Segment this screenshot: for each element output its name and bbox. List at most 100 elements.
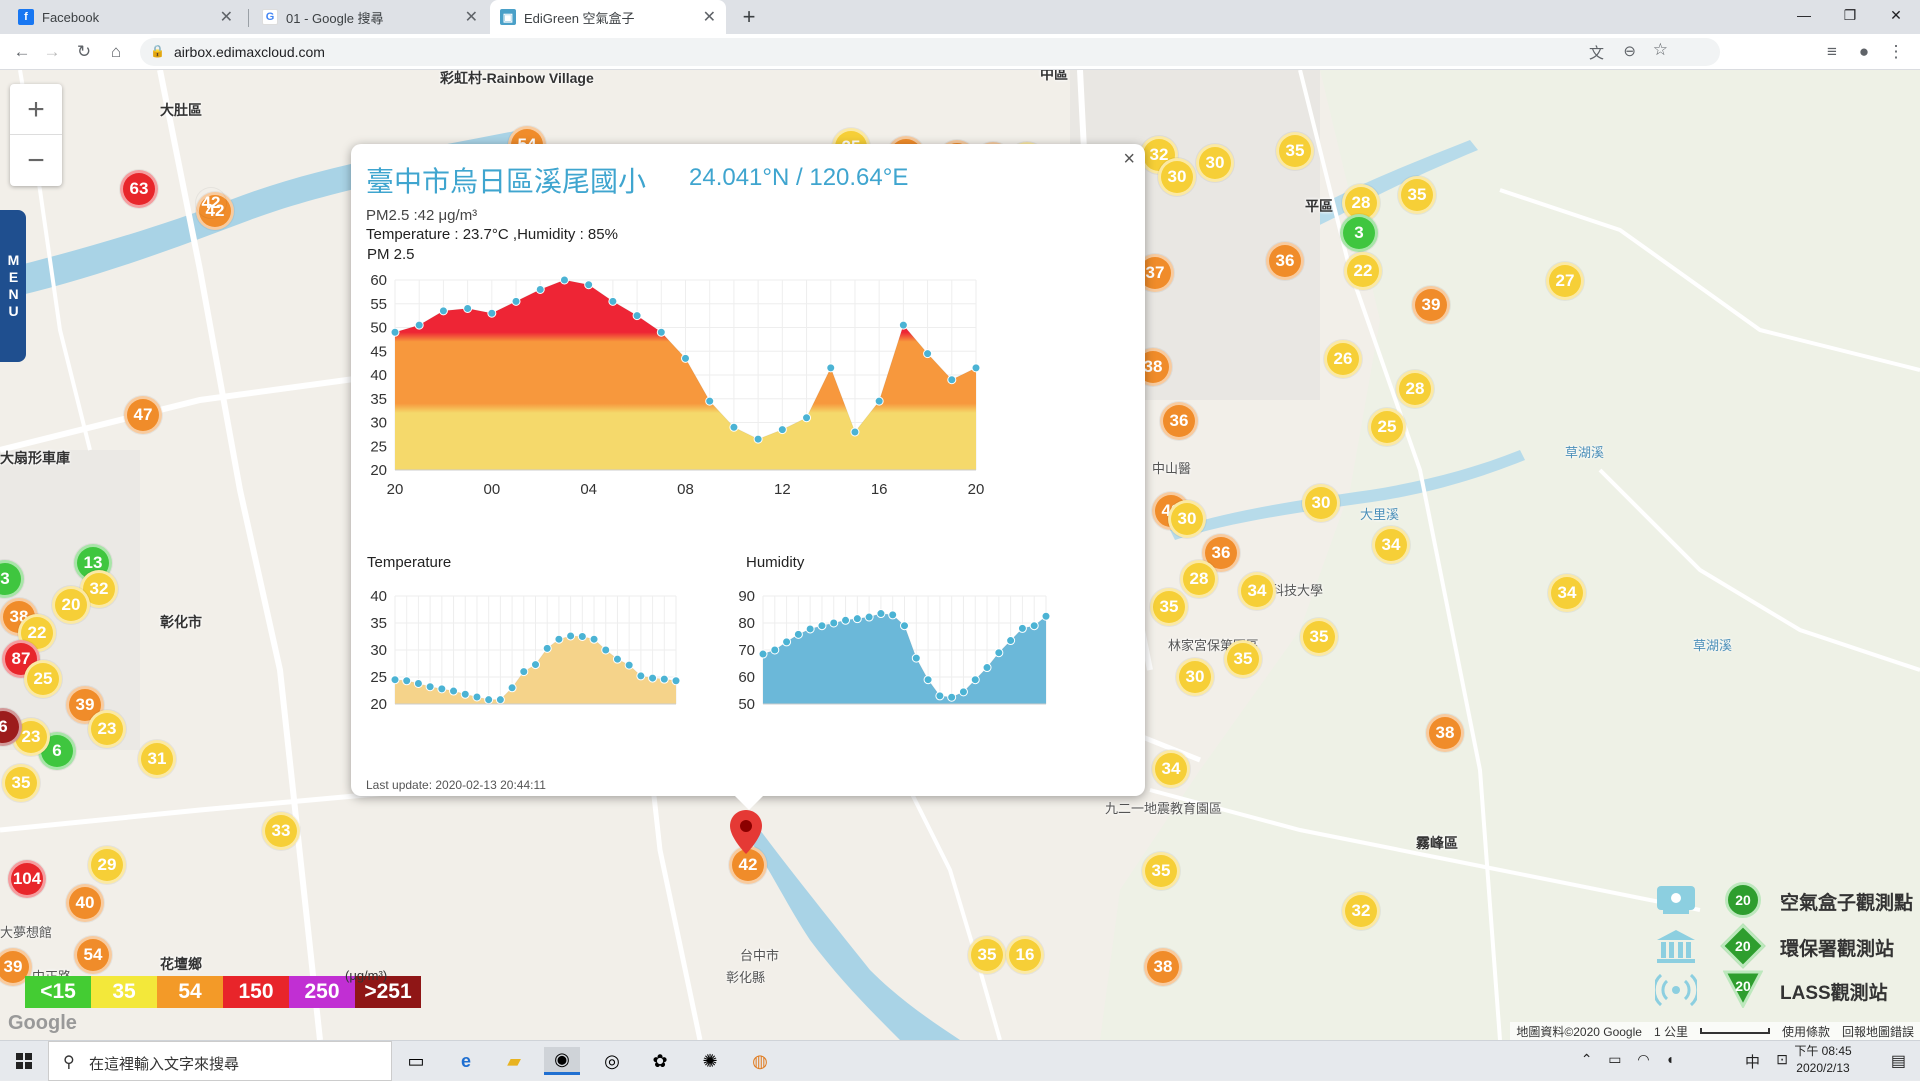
- chart-point[interactable]: [874, 396, 884, 406]
- sensor-marker[interactable]: 35: [968, 936, 1006, 974]
- home-icon[interactable]: ⌂: [104, 40, 128, 64]
- chart-point[interactable]: [577, 632, 587, 641]
- chart-point[interactable]: [758, 649, 768, 659]
- sensor-marker[interactable]: 23: [88, 710, 126, 748]
- chart-point[interactable]: [425, 682, 435, 692]
- menu-dots-icon[interactable]: ⋮: [1884, 40, 1908, 64]
- chart-point[interactable]: [935, 691, 945, 701]
- chart-point[interactable]: [460, 689, 470, 699]
- sensor-marker[interactable]: 38: [1144, 948, 1182, 986]
- chart-point[interactable]: [705, 396, 715, 406]
- sensor-marker[interactable]: 20: [52, 586, 90, 624]
- sensor-marker[interactable]: 34: [1548, 574, 1586, 612]
- system-tray-icons[interactable]: ⌃ ▭ ◠ ◖: [1581, 1051, 1680, 1068]
- sensor-marker[interactable]: 34: [1238, 572, 1276, 610]
- legend-item-lass[interactable]: 20 LASS觀測站: [1655, 968, 1920, 1012]
- chart-point[interactable]: [608, 296, 618, 306]
- sensor-marker[interactable]: 25: [1368, 408, 1406, 446]
- chart-point[interactable]: [589, 634, 599, 644]
- sensor-marker[interactable]: 32: [1342, 892, 1380, 930]
- chart-point[interactable]: [923, 349, 933, 359]
- tab-facebook[interactable]: f Facebook ✕: [8, 0, 243, 34]
- app-icon-3[interactable]: ✺: [692, 1047, 728, 1075]
- chart-point[interactable]: [612, 654, 622, 664]
- chart-point[interactable]: [947, 375, 957, 385]
- file-explorer-icon[interactable]: ▰: [496, 1047, 532, 1075]
- chart-point[interactable]: [413, 678, 423, 688]
- chart-point[interactable]: [1029, 621, 1039, 631]
- sensor-marker[interactable]: 104: [8, 860, 46, 898]
- lass-marker-triangle[interactable]: 42: [196, 188, 226, 218]
- sensor-marker[interactable]: 30: [1196, 144, 1234, 182]
- sensor-marker[interactable]: 30: [1158, 158, 1196, 196]
- chart-point[interactable]: [898, 320, 908, 330]
- chart-point[interactable]: [947, 692, 957, 702]
- chart-point[interactable]: [850, 427, 860, 437]
- bookmark-star-icon[interactable]: ☆: [1653, 40, 1668, 60]
- chart-point[interactable]: [970, 675, 980, 685]
- chrome-icon[interactable]: ◉: [544, 1047, 580, 1075]
- chart-point[interactable]: [624, 660, 634, 670]
- sensor-marker[interactable]: 35: [1300, 618, 1338, 656]
- map-view[interactable]: 大肚區 彩虹村-Rainbow Village 中區 平區 彰化市 花壇鄉 霧峰…: [0, 70, 1920, 1040]
- close-tab-icon[interactable]: ✕: [703, 7, 716, 27]
- chart-point[interactable]: [888, 610, 898, 620]
- chart-point[interactable]: [559, 275, 569, 285]
- legend-item-airbox[interactable]: 20 空氣盒子觀測點: [1655, 878, 1920, 922]
- chart-point[interactable]: [770, 645, 780, 655]
- task-view-icon[interactable]: ▭: [398, 1047, 434, 1075]
- chart-point[interactable]: [495, 695, 505, 705]
- chart-point[interactable]: [438, 306, 448, 316]
- sensor-marker[interactable]: 33: [262, 812, 300, 850]
- chart-point[interactable]: [472, 692, 482, 702]
- terms-link[interactable]: 使用條款: [1782, 1023, 1830, 1040]
- chart-point[interactable]: [507, 683, 517, 693]
- chart-point[interactable]: [876, 609, 886, 619]
- back-icon[interactable]: ←: [10, 40, 34, 64]
- chart-point[interactable]: [1017, 623, 1027, 633]
- chart-point[interactable]: [542, 643, 552, 653]
- sensor-marker[interactable]: 3: [1340, 214, 1378, 252]
- chart-point[interactable]: [449, 686, 459, 696]
- chart-point[interactable]: [994, 648, 1004, 658]
- sensor-marker[interactable]: 22: [1344, 252, 1382, 290]
- sensor-marker[interactable]: 16: [1006, 936, 1044, 974]
- chart-point[interactable]: [782, 637, 792, 647]
- minimize-icon[interactable]: —: [1781, 0, 1827, 30]
- chart-point[interactable]: [601, 645, 611, 655]
- chart-point[interactable]: [390, 327, 400, 337]
- close-tab-icon[interactable]: ✕: [220, 7, 233, 27]
- app-icon-2[interactable]: ✿: [642, 1047, 678, 1075]
- chart-point[interactable]: [681, 353, 690, 363]
- sensor-marker[interactable]: 35: [2, 764, 40, 802]
- chart-point[interactable]: [864, 612, 874, 622]
- chart-point[interactable]: [659, 674, 669, 684]
- chart-point[interactable]: [511, 296, 521, 306]
- new-tab-button[interactable]: +: [736, 4, 762, 30]
- ime-mode-icon[interactable]: ⊡: [1776, 1051, 1788, 1068]
- chart-point[interactable]: [852, 614, 862, 624]
- chart-point[interactable]: [584, 280, 594, 290]
- close-tab-icon[interactable]: ✕: [465, 7, 478, 27]
- chart-point[interactable]: [923, 675, 933, 685]
- chart-point[interactable]: [900, 621, 909, 631]
- chart-point[interactable]: [535, 285, 545, 294]
- sensor-marker[interactable]: 35: [1150, 588, 1188, 626]
- sensor-marker[interactable]: 35: [1276, 132, 1314, 170]
- sensor-marker[interactable]: 36: [1160, 402, 1198, 440]
- chart-point[interactable]: [414, 320, 424, 330]
- chart-point[interactable]: [793, 629, 803, 639]
- sensor-marker[interactable]: 35: [1398, 176, 1436, 214]
- report-error-link[interactable]: 回報地圖錯誤: [1842, 1023, 1914, 1040]
- chart-point[interactable]: [805, 624, 815, 634]
- sensor-marker[interactable]: 39: [1412, 286, 1450, 324]
- reload-icon[interactable]: ↻: [72, 40, 96, 64]
- profile-icon[interactable]: ●: [1852, 40, 1876, 64]
- notification-icon[interactable]: ▤: [1891, 1051, 1906, 1071]
- media-control-icon[interactable]: ≡: [1820, 40, 1844, 64]
- chart-point[interactable]: [437, 684, 447, 694]
- restore-icon[interactable]: ❐: [1827, 0, 1873, 30]
- chart-point[interactable]: [753, 434, 763, 444]
- chart-point[interactable]: [911, 653, 921, 663]
- chart-point[interactable]: [648, 673, 658, 683]
